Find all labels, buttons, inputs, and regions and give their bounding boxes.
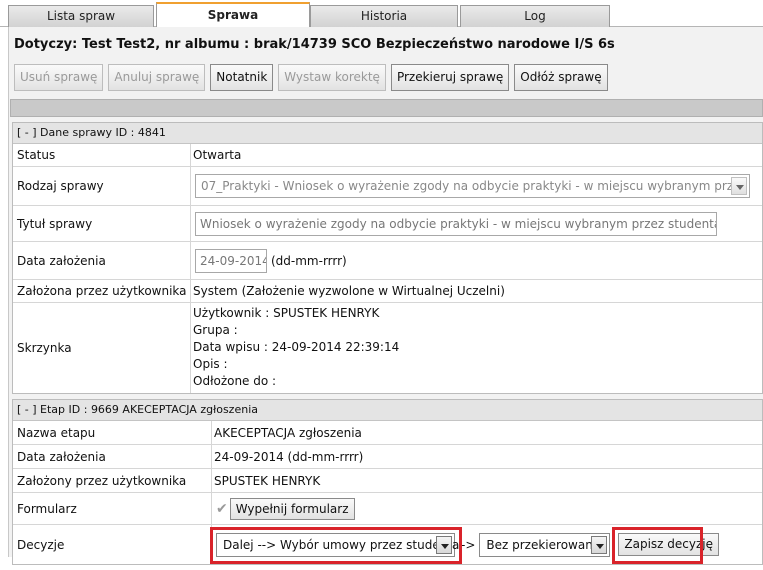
- case-data-header[interactable]: [ - ] Dane sprawy ID : 4841: [13, 123, 762, 144]
- postpone-case-button[interactable]: Odłóż sprawę: [514, 64, 608, 91]
- stage-created-by-value: SPUSTEK HENRYK: [214, 473, 321, 488]
- redirect-value: Bez przekierowania: [486, 537, 604, 552]
- inbox-postponed: Odłożone do :: [193, 374, 277, 388]
- status-value: Otwarta: [193, 148, 242, 162]
- inbox-description: Opis :: [193, 357, 228, 371]
- stage-created-by-label: Założony przez użytkownika: [13, 469, 212, 492]
- created-by-label: Założona przez użytkownika: [13, 280, 191, 302]
- stage-date-value: 24-09-2014 (dd-mm-rrrr): [214, 449, 364, 464]
- case-title-label: Tytuł sprawy: [13, 206, 191, 241]
- creation-date-row: Data założenia 24-09-2014 (dd-mm-rrrr): [13, 242, 762, 280]
- form-row: Formularz ✔ Wypełnij formularz: [13, 493, 762, 525]
- case-type-row: Rodzaj sprawy 07_Praktyki - Wniosek o wy…: [13, 167, 762, 206]
- cancel-case-button[interactable]: Anuluj sprawę: [108, 64, 206, 91]
- tab-bar: Lista spraw Sprawa Historia Log: [0, 0, 763, 28]
- status-label: Status: [13, 144, 191, 166]
- case-title-input[interactable]: Wniosek o wyrażenie zgody na odbycie pra…: [195, 211, 717, 236]
- case-type-value: 07_Praktyki - Wniosek o wyrażenie zgody …: [201, 179, 750, 193]
- notes-button[interactable]: Notatnik: [210, 64, 274, 91]
- divider-bar: [10, 99, 763, 117]
- creation-date-label: Data założenia: [13, 242, 191, 279]
- tab-sprawa[interactable]: Sprawa: [156, 2, 310, 28]
- inbox-user: Użytkownik : SPUSTEK HENRYK: [193, 306, 380, 320]
- chevron-down-icon: [591, 535, 608, 554]
- fill-form-button[interactable]: Wypełnij formularz: [229, 497, 355, 520]
- status-row: Status Otwarta: [13, 144, 762, 167]
- stage-name-value: AKECEPTACJA zgłoszenia: [214, 425, 362, 440]
- creation-date-input[interactable]: 24-09-2014: [195, 248, 267, 273]
- checkmark-icon: ✔: [216, 500, 228, 517]
- arrow-text: ->: [461, 537, 476, 552]
- page-title: Dotyczy: Test Test2, nr albumu : brak/14…: [14, 37, 615, 52]
- stage-date-row: Data założenia 24-09-2014 (dd-mm-rrrr): [13, 445, 762, 469]
- inbox-group: Grupa :: [193, 323, 238, 337]
- stage-header[interactable]: [ - ] Etap ID : 9669 AKECEPTACJA zgłosze…: [13, 400, 762, 421]
- created-by-value: System (Założenie wyzwolone w Wirtualnej…: [193, 284, 505, 298]
- form-label: Formularz: [13, 493, 212, 524]
- inbox-row: Skrzynka Użytkownik : SPUSTEK HENRYK Gru…: [13, 303, 762, 393]
- date-format-hint: (dd-mm-rrrr): [271, 253, 347, 268]
- stage-date-label: Data założenia: [13, 445, 212, 468]
- created-by-row: Założona przez użytkownika System (Założ…: [13, 280, 762, 303]
- case-type-label: Rodzaj sprawy: [13, 167, 191, 205]
- chevron-down-icon: [731, 177, 747, 195]
- inbox-label: Skrzynka: [13, 303, 191, 393]
- case-data-section: [ - ] Dane sprawy ID : 4841 Status Otwar…: [12, 122, 763, 394]
- forward-case-button[interactable]: Przekieruj sprawę: [390, 64, 510, 91]
- tab-log[interactable]: Log: [460, 5, 610, 27]
- case-type-select[interactable]: 07_Praktyki - Wniosek o wyrażenie zgody …: [195, 174, 750, 198]
- stage-name-label: Nazwa etapu: [13, 421, 212, 444]
- save-highlight: [612, 527, 703, 564]
- decision-highlight: [210, 527, 462, 564]
- case-title-row: Tytuł sprawy Wniosek o wyrażenie zgody n…: [13, 206, 762, 242]
- stage-created-by-row: Założony przez użytkownika SPUSTEK HENRY…: [13, 469, 762, 493]
- tab-lista-spraw[interactable]: Lista spraw: [8, 5, 154, 27]
- redirect-select[interactable]: Bez przekierowania: [479, 532, 611, 557]
- decision-label: Decyzje: [13, 525, 212, 564]
- inbox-date: Data wpisu : 24-09-2014 22:39:14: [193, 340, 400, 354]
- stage-name-row: Nazwa etapu AKECEPTACJA zgłoszenia: [13, 421, 762, 445]
- delete-case-button[interactable]: Usuń sprawę: [14, 64, 104, 91]
- toolbar: Usuń sprawę Anuluj sprawę Notatnik Wysta…: [14, 64, 608, 91]
- issue-correction-button[interactable]: Wystaw korektę: [278, 64, 386, 91]
- tab-historia[interactable]: Historia: [310, 5, 458, 27]
- inbox-details: Użytkownik : SPUSTEK HENRYK Grupa : Data…: [193, 305, 399, 390]
